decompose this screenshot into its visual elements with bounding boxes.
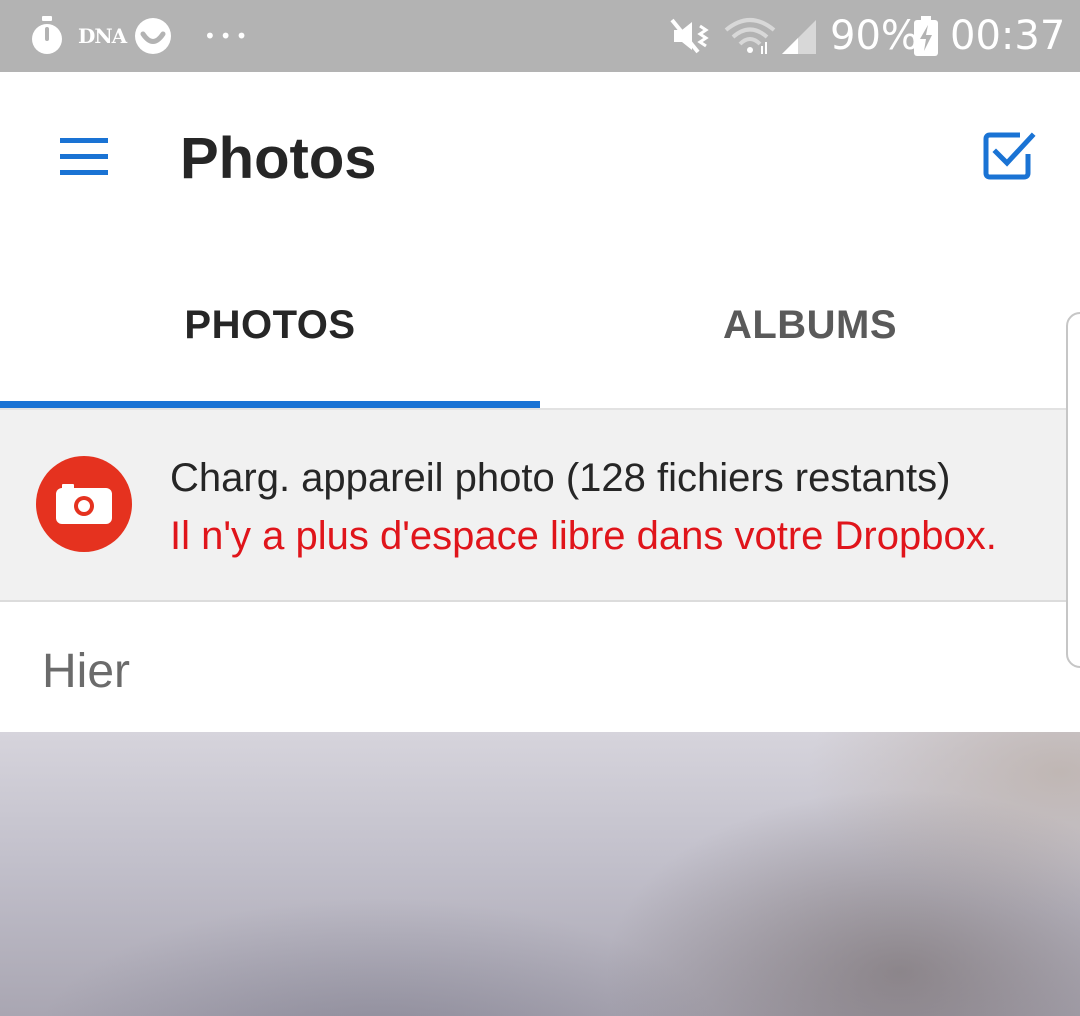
more-dots-icon: ••• [204,0,251,72]
more-dots-label: ••• [204,24,252,48]
menu-button[interactable] [52,124,116,188]
mute-vibrate-icon [668,0,712,72]
app-bar: Photos [0,72,1080,242]
wifi-icon [724,0,776,72]
date-section-header: Hier [42,645,131,698]
upload-error-message: Il n'y a plus d'espace libre dans votre … [170,514,997,558]
clock: 00:37 [950,13,1066,59]
upload-status-title: Charg. appareil photo (128 fichiers rest… [170,456,951,500]
stopwatch-icon [28,0,66,72]
page-title: Photos [180,126,377,191]
status-bar: DNA ••• 90% 00:37 [0,0,1080,72]
fast-scroll-handle[interactable] [1066,312,1080,668]
select-button[interactable] [976,124,1040,188]
battery-charging-icon [912,0,940,72]
hamburger-menu-icon [60,138,108,175]
camera-icon [36,456,132,552]
battery-percent: 90% [830,13,919,59]
signal-icon [778,0,818,72]
tab-bar: PHOTOS ALBUMS [0,242,1080,410]
photo-thumbnail[interactable] [0,732,1080,1016]
tab-photos[interactable]: PHOTOS [0,242,540,408]
tab-indicator [0,401,540,408]
select-checkbox-icon [983,132,1036,180]
smiley-icon [134,0,172,72]
tab-albums[interactable]: ALBUMS [540,242,1080,408]
dna-icon: DNA [78,0,127,72]
screen: DNA ••• 90% 00:37 Photos PHOTOS ALBUMS C… [0,0,1080,1016]
dna-label: DNA [78,24,127,48]
camera-upload-banner[interactable]: Charg. appareil photo (128 fichiers rest… [0,410,1080,602]
